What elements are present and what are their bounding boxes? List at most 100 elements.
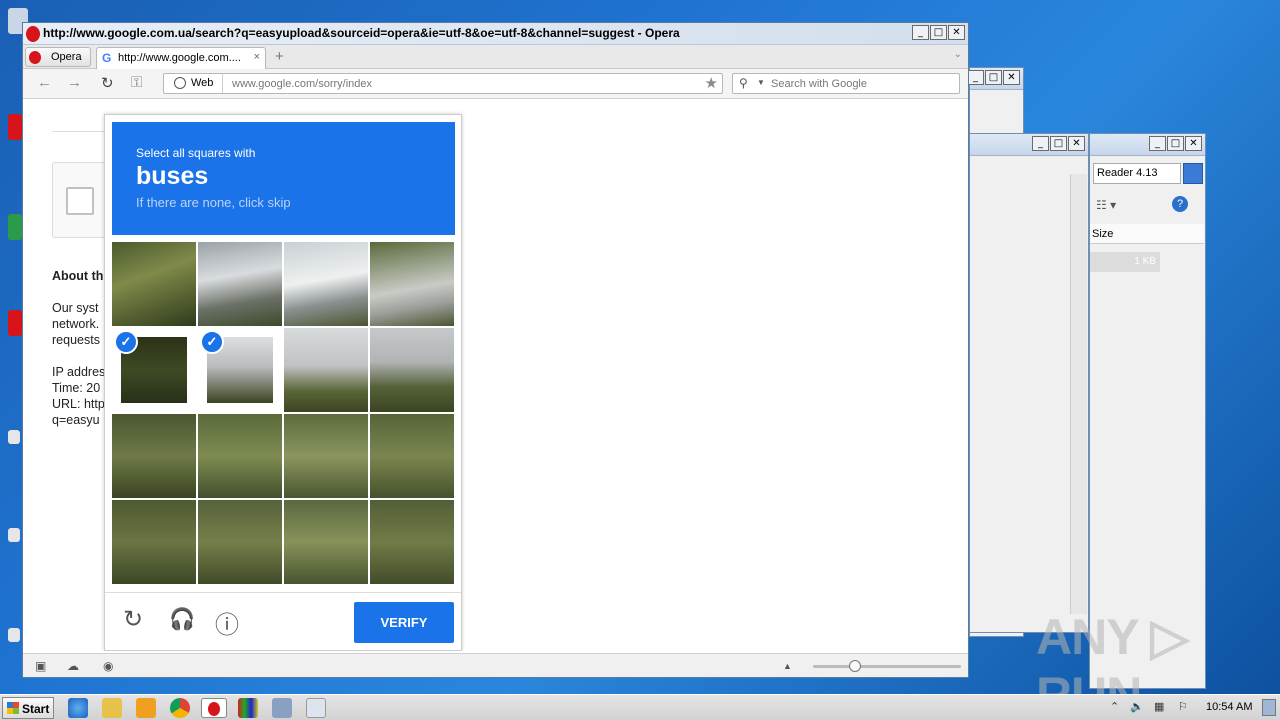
minimize-button[interactable]: _ xyxy=(912,25,929,40)
close-icon[interactable]: ✕ xyxy=(1068,136,1085,151)
zoom-slider[interactable] xyxy=(813,660,961,672)
network-icon[interactable]: ▦ xyxy=(1154,700,1164,713)
zoom-up-icon[interactable]: ▲ xyxy=(783,661,792,671)
opera-window[interactable]: http://www.google.com.ua/search?q=easyup… xyxy=(22,22,969,678)
reload-challenge-icon[interactable]: ↻ xyxy=(123,605,143,634)
clock[interactable]: 10:54 AM xyxy=(1206,701,1252,713)
new-tab-button[interactable]: + xyxy=(275,48,284,65)
tile-image xyxy=(284,414,368,498)
bookmark-star-icon[interactable]: ★ xyxy=(705,74,718,92)
zoom-slider-handle[interactable] xyxy=(849,660,861,672)
verify-button[interactable]: VERIFY xyxy=(354,602,454,643)
challenge-instruction: Select all squares with xyxy=(136,146,256,160)
challenge-tile[interactable] xyxy=(370,414,454,498)
tile-image xyxy=(112,414,196,498)
challenge-tile[interactable] xyxy=(198,242,282,326)
challenge-tile[interactable] xyxy=(284,328,368,412)
close-button[interactable]: ✕ xyxy=(948,25,965,40)
challenge-tile[interactable] xyxy=(198,414,282,498)
speed-dial-icon[interactable]: ◉ xyxy=(103,659,113,673)
desktop-icon-app[interactable] xyxy=(8,430,20,444)
tab-close-icon[interactable]: × xyxy=(254,51,260,63)
audio-challenge-icon[interactable]: 🎧 xyxy=(169,608,195,632)
maximize-icon[interactable]: □ xyxy=(1050,136,1067,151)
challenge-tile[interactable] xyxy=(284,500,368,584)
background-window-folder[interactable]: _ □ ✕ xyxy=(969,133,1089,633)
challenge-tile[interactable] xyxy=(284,242,368,326)
challenge-tile[interactable] xyxy=(284,414,368,498)
window-title: http://www.google.com.ua/search?q=easyup… xyxy=(43,26,680,40)
opera-unite-icon[interactable]: ☁ xyxy=(67,659,79,673)
explorer-icon[interactable] xyxy=(102,698,122,718)
close-icon[interactable]: ✕ xyxy=(1185,136,1202,151)
tile-image xyxy=(370,242,454,326)
challenge-tile[interactable]: ✓ xyxy=(112,328,196,412)
close-icon[interactable]: ✕ xyxy=(1003,70,1020,85)
info-icon[interactable]: ⓘ xyxy=(215,605,239,640)
desktop-icon-chrome[interactable] xyxy=(8,214,22,240)
time-text: Time: 20 xyxy=(52,381,101,395)
background-window-reader[interactable]: _ □ ✕ Reader 4.13 ☷ ▾ ? Size 1 KB xyxy=(1089,133,1206,689)
navigation-bar: ← → ↻ ⚿ Web www.google.com/sorry/index ★… xyxy=(23,69,968,99)
column-header-size[interactable]: Size xyxy=(1090,224,1204,244)
desktop-icon-app-2[interactable] xyxy=(8,528,20,542)
search-input[interactable]: ⚲ ▼ Search with Google xyxy=(732,73,960,94)
url-text[interactable]: www.google.com/sorry/index xyxy=(232,78,372,90)
reader-search-field[interactable]: Reader 4.13 xyxy=(1093,163,1181,184)
challenge-tile[interactable] xyxy=(370,500,454,584)
media-player-icon[interactable] xyxy=(136,698,156,718)
forward-button[interactable]: → xyxy=(67,74,82,91)
challenge-tile[interactable] xyxy=(112,500,196,584)
opera-menu-button[interactable]: Opera xyxy=(25,47,91,67)
minimize-icon[interactable]: _ xyxy=(967,70,984,85)
back-button[interactable]: ← xyxy=(37,74,52,91)
divider xyxy=(52,131,112,132)
opera-taskbar-icon[interactable] xyxy=(201,698,227,718)
start-label: Start xyxy=(22,702,50,716)
view-icon[interactable]: ☷ ▾ xyxy=(1096,198,1116,212)
volume-icon[interactable]: 🔈 xyxy=(1130,700,1144,713)
search-button[interactable] xyxy=(1183,163,1203,184)
action-center-flag-icon[interactable]: ⚐ xyxy=(1178,700,1188,713)
ip-address-text: IP addres xyxy=(52,365,106,379)
web-identity-button[interactable]: Web xyxy=(164,74,223,93)
desktop-icon-opera[interactable] xyxy=(8,114,22,140)
panel-toggle-icon[interactable]: ▣ xyxy=(35,659,46,673)
challenge-header: Select all squares with buses If there a… xyxy=(112,122,455,235)
key-icon[interactable]: ⚿ xyxy=(131,74,142,91)
ie-icon[interactable] xyxy=(68,698,88,718)
window-titlebar[interactable]: http://www.google.com.ua/search?q=easyup… xyxy=(23,23,968,45)
show-desktop-button[interactable] xyxy=(1262,699,1276,716)
recaptcha-checkbox[interactable] xyxy=(66,187,94,215)
app-icon[interactable] xyxy=(272,698,292,718)
tab-overflow-icon[interactable]: ⌄ xyxy=(954,49,962,60)
tab-google[interactable]: G http://www.google.com.... × xyxy=(96,47,266,69)
notepad-icon[interactable] xyxy=(306,698,326,718)
challenge-tile[interactable]: ✓ xyxy=(198,328,282,412)
challenge-tile[interactable] xyxy=(112,242,196,326)
web-label: Web xyxy=(191,77,214,89)
challenge-tile[interactable] xyxy=(198,500,282,584)
maximize-icon[interactable]: □ xyxy=(985,70,1002,85)
search-engine-dropdown-icon[interactable]: ▼ xyxy=(757,78,765,87)
address-bar[interactable]: Web www.google.com/sorry/index ★ xyxy=(163,73,723,94)
minimize-icon[interactable]: _ xyxy=(1032,136,1049,151)
challenge-tile[interactable] xyxy=(112,414,196,498)
reload-button[interactable]: ↻ xyxy=(101,74,114,92)
tray-expand-icon[interactable]: ⌃ xyxy=(1110,700,1119,713)
start-button[interactable]: Start xyxy=(2,697,54,719)
desktop-icon-app-3[interactable] xyxy=(8,628,20,642)
maximize-icon[interactable]: □ xyxy=(1167,136,1184,151)
desktop-icon-opera-2[interactable] xyxy=(8,310,22,336)
chrome-icon[interactable] xyxy=(170,698,190,718)
search-icon: ⚲ xyxy=(739,76,748,90)
tile-selected-check-icon: ✓ xyxy=(200,330,224,354)
help-icon[interactable]: ? xyxy=(1172,196,1188,212)
challenge-tile[interactable] xyxy=(370,242,454,326)
scrollbar[interactable] xyxy=(1070,174,1087,614)
challenge-tile[interactable] xyxy=(370,328,454,412)
maximize-button[interactable]: □ xyxy=(930,25,947,40)
winrar-icon[interactable] xyxy=(238,698,258,718)
globe-icon xyxy=(174,77,186,89)
minimize-icon[interactable]: _ xyxy=(1149,136,1166,151)
